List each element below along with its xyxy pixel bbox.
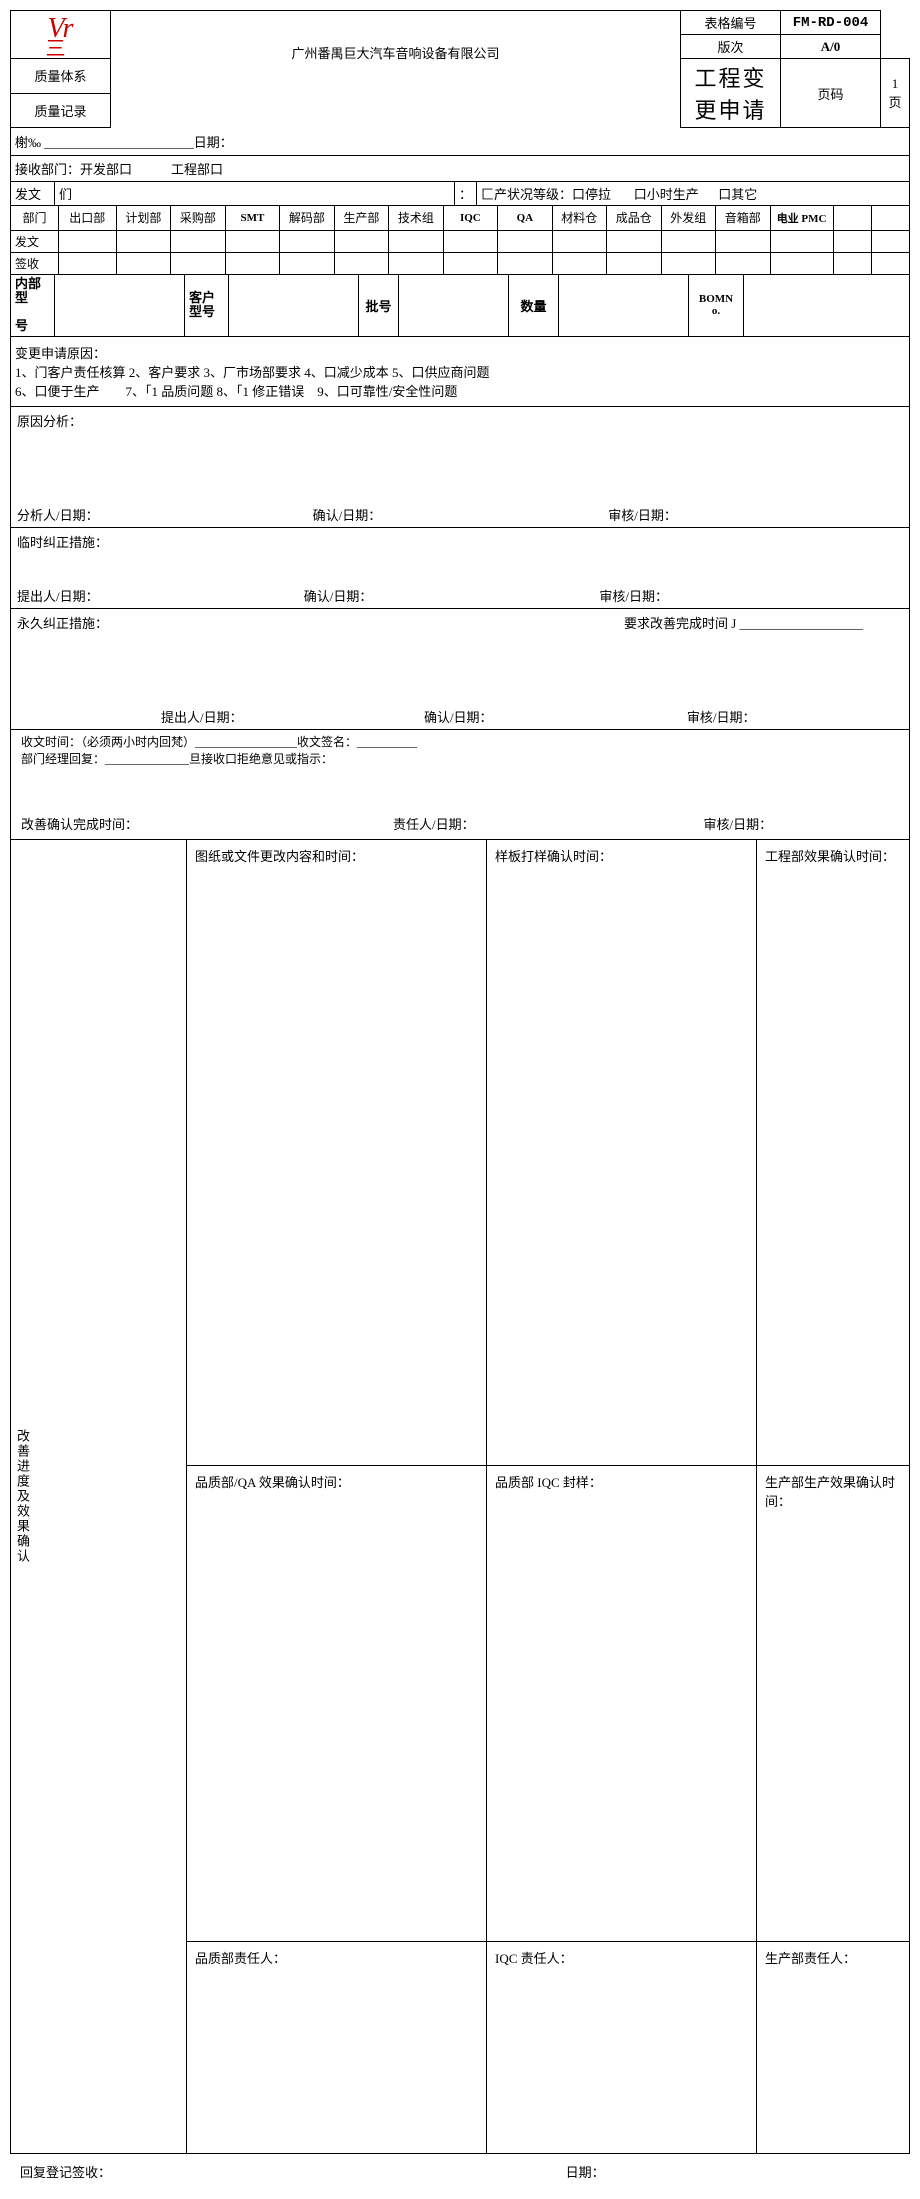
bom-label: BOMNo. — [689, 275, 744, 337]
cause-analysis-heading: 原因分析： — [11, 407, 910, 502]
proposer-date-1[interactable]: 提出人/日期： — [17, 586, 301, 605]
reply-sign[interactable]: 回复登记签收： — [20, 2162, 566, 2181]
quality-system: 质量体系 — [11, 59, 111, 94]
footer-row: 回复登记签收： 日期： — [10, 2154, 910, 2189]
header-table: Vr 三 广州番禺巨大汽车音响设备有限公司 表格编号 FM-RD-004 版次 … — [10, 10, 910, 128]
quality-record: 质量记录 — [11, 93, 111, 128]
prog-c5[interactable]: 品质部 IQC 封样： — [487, 1465, 757, 1942]
page-value: 1 页 — [881, 59, 910, 128]
dept-grid: 部门 出口部 计划部 采购部 SMT 解码部 生产部 技术组 IQC QA 材料… — [10, 206, 910, 275]
recv-dept-text[interactable]: 接收部门：开发部口 工程部口 — [11, 156, 910, 182]
rev-value: A/0 — [781, 35, 881, 59]
batch-value[interactable] — [399, 275, 509, 337]
temp-action-heading: 临时纠正措施： — [11, 528, 910, 583]
page-label: 页码 — [781, 59, 881, 128]
analyzer-date[interactable]: 分析人/日期： — [17, 505, 309, 524]
change-reason-line1[interactable]: 1、门客户责任核算 2、客户要求 3、厂市场部要求 4、口减少成本 5、口供应商… — [15, 362, 905, 381]
confirm-date-2[interactable]: 确认/日期： — [304, 586, 596, 605]
receipt-line2[interactable]: 部门经理回复：______________旦接收口拒绝意见或指示： — [21, 750, 899, 767]
prog-c2[interactable]: 样板打样确认时间： — [487, 840, 757, 1465]
customer-model-label: 客户型号 — [185, 275, 229, 337]
dept-col-3: SMT — [225, 206, 279, 230]
footer-date[interactable]: 日期： — [566, 2162, 605, 2181]
improve-confirm-time[interactable]: 改善确认完成时间： — [21, 814, 390, 833]
qty-value[interactable] — [559, 275, 689, 337]
perm-action-heading: 永久纠正措施： — [17, 613, 108, 632]
confirm-date-1[interactable]: 确认/日期： — [313, 505, 605, 524]
prog-c3[interactable]: 工程部效果确认时间： — [757, 840, 910, 1465]
prog-c4[interactable]: 品质部/QA 效果确认时间： — [187, 1465, 487, 1942]
dispatch-colon: ： — [455, 182, 477, 206]
review-date-4[interactable]: 审核/日期： — [704, 814, 773, 833]
recv-dept-row: 接收部门：开发部口 工程部口 — [10, 156, 910, 182]
form-no-label: 表格编号 — [681, 11, 781, 35]
customer-model-value[interactable] — [229, 275, 359, 337]
receipt-line1[interactable]: 收文时间：（必须两小时内回梵）_________________收文签名：___… — [21, 733, 899, 750]
batch-label: 批号 — [359, 275, 399, 337]
review-date-1[interactable]: 审核/日期： — [608, 505, 874, 524]
review-date-3[interactable]: 审核/日期： — [687, 707, 756, 726]
dispatch-left-2: 们 — [55, 182, 455, 206]
confirm-date-3[interactable]: 确认/日期： — [424, 707, 684, 726]
internal-model-label: 内部型 号 — [11, 275, 55, 337]
prod-status-small: 口小时生产 — [634, 187, 699, 202]
dept-col-9: 材料仓 — [552, 206, 606, 230]
temp-action-block: 临时纠正措施： 提出人/日期： 确认/日期： 审核/日期： — [10, 528, 910, 609]
progress-grid: 改善进度及效果确认 图纸或文件更改内容和时间： 样板打样确认时间： 工程部效果确… — [10, 840, 910, 2154]
model-row: 内部型 号 客户型号 批号 数量 BOMNo. — [10, 275, 910, 337]
progress-vlabel: 改善进度及效果确认 — [13, 846, 32, 2147]
dept-col-4: 解码部 — [280, 206, 334, 230]
dept-col-1: 计划部 — [116, 206, 170, 230]
prod-status-other: 口其它 — [718, 187, 757, 202]
dept-col-2: 采购部 — [171, 206, 225, 230]
change-reason-block: 变更申请原因： 1、门客户责任核算 2、客户要求 3、厂市场部要求 4、口减少成… — [10, 337, 910, 407]
prod-status-label: 匚产状况等级：口停拉 — [481, 187, 611, 202]
perm-action-block: 永久纠正措施： 要求改善完成时间 J ___________________ 提… — [10, 609, 910, 730]
review-date-2[interactable]: 审核/日期： — [599, 586, 865, 605]
form-no: FM-RD-004 — [781, 11, 881, 35]
prod-status[interactable]: 匚产状况等级：口停拉 口小时生产 口其它 — [477, 182, 910, 206]
dispatch-status-row: 发文 们 ： 匚产状况等级：口停拉 口小时生产 口其它 — [10, 182, 910, 206]
internal-model-value[interactable] — [55, 275, 185, 337]
no-date-row: 榭‰ _______________________日期： — [10, 128, 910, 156]
change-reason-heading: 变更申请原因： — [15, 343, 905, 362]
perm-action-due[interactable]: 要求改善完成时间 J ___________________ — [624, 613, 903, 632]
dept-col-7: IQC — [443, 206, 497, 230]
cause-analysis-block: 原因分析： 分析人/日期： 确认/日期： 审核/日期： — [10, 407, 910, 528]
no-date-text[interactable]: 榭‰ _______________________日期： — [11, 128, 910, 156]
dept-col-12: 音箱部 — [716, 206, 770, 230]
receipt-block: 收文时间：（必须两小时内回梵）_________________收文签名：___… — [10, 730, 910, 841]
dept-col-11: 外发组 — [661, 206, 715, 230]
dept-col-10: 成品仓 — [607, 206, 661, 230]
prog-c7[interactable]: 品质部责任人： — [187, 1942, 487, 2154]
dept-label: 部门 — [11, 206, 59, 230]
prog-c1[interactable]: 图纸或文件更改内容和时间： — [187, 840, 487, 1465]
bom-value[interactable] — [744, 275, 910, 337]
qty-label: 数量 — [509, 275, 559, 337]
form-title: 工程变更申请 — [681, 59, 781, 128]
dept-col-8: QA — [498, 206, 552, 230]
signoff-label: 签收 — [11, 252, 59, 274]
dept-col-14 — [833, 206, 871, 230]
responsible-date[interactable]: 责任人/日期： — [393, 814, 700, 833]
prog-c8[interactable]: IQC 责任人： — [487, 1942, 757, 2154]
proposer-date-2[interactable]: 提出人/日期： — [161, 707, 421, 726]
dept-col-6: 技术组 — [389, 206, 443, 230]
rev-label: 版次 — [681, 35, 781, 59]
dept-col-5: 生产部 — [334, 206, 388, 230]
dept-col-13: 电业 PMC — [770, 206, 833, 230]
logo-underline: 三 — [11, 43, 110, 55]
prog-c6[interactable]: 生产部生产效果确认时间： — [757, 1465, 910, 1942]
dispatch-left-1: 发文 — [11, 182, 55, 206]
dept-col-0: 出口部 — [58, 206, 116, 230]
dispatch2-label: 发文 — [11, 230, 59, 252]
prog-c9[interactable]: 生产部责任人： — [757, 1942, 910, 2154]
dept-col-15 — [871, 206, 909, 230]
change-reason-line2[interactable]: 6、口便于生产 7、「1 品质问题 8、「1 修正错误 9、口可靠性/安全性问题 — [15, 381, 905, 400]
company-name: 广州番禺巨大汽车音响设备有限公司 — [115, 43, 676, 62]
